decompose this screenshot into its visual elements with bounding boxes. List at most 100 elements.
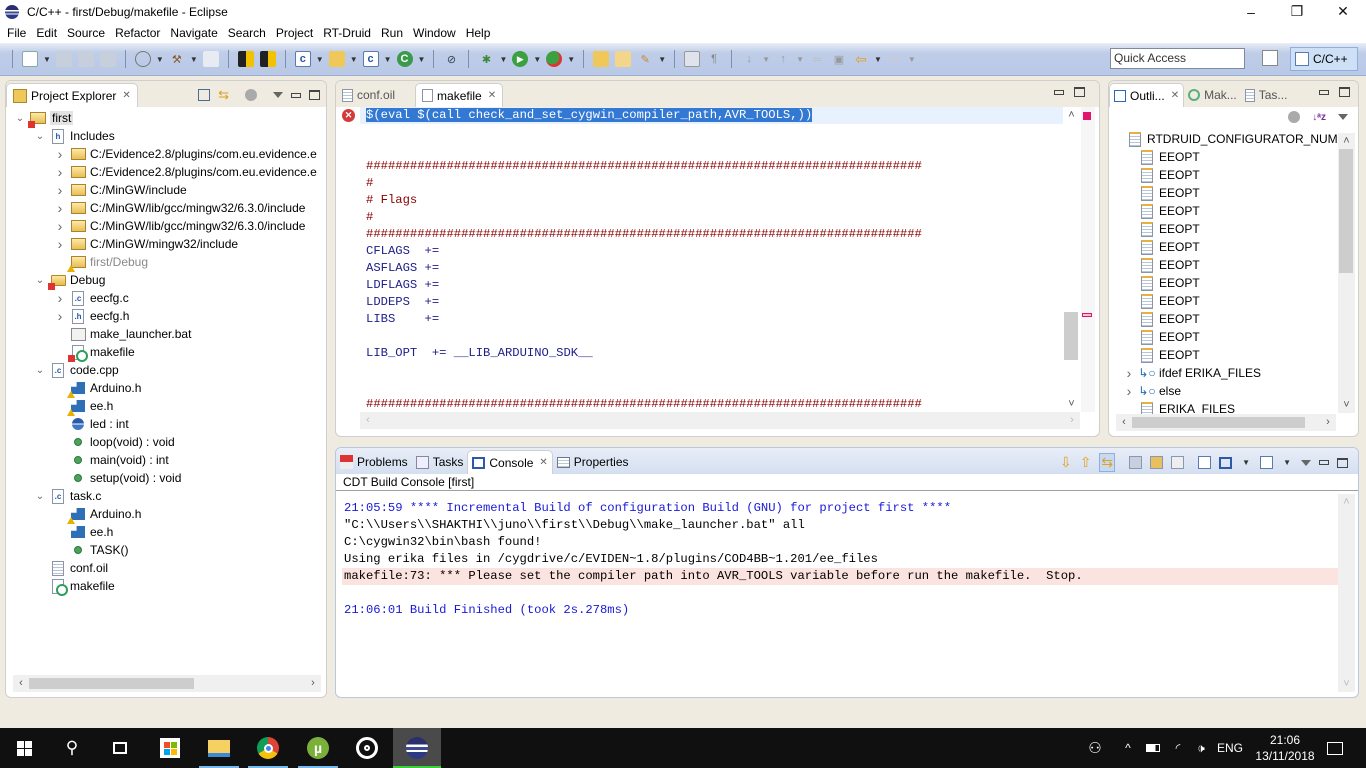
- new-c-project-icon[interactable]: c: [294, 51, 311, 67]
- external-tools-icon[interactable]: [546, 51, 563, 67]
- open-console-dropdown-icon[interactable]: ▼: [1283, 458, 1291, 467]
- outline-item[interactable]: EEOPT: [1123, 346, 1338, 364]
- view-menu-icon[interactable]: [1301, 459, 1311, 466]
- tab-outline[interactable]: Outli... ✕: [1109, 83, 1185, 107]
- forward-dropdown-icon[interactable]: ▼: [908, 55, 916, 64]
- tree-item[interactable]: ee.h: [14, 523, 317, 541]
- tree-item[interactable]: Arduino.h: [14, 505, 317, 524]
- people-button[interactable]: ⚇: [1080, 728, 1110, 768]
- print-icon[interactable]: [99, 51, 116, 67]
- network-button[interactable]: ◜: [1168, 728, 1188, 768]
- debug-dropdown-icon[interactable]: ▼: [499, 55, 507, 64]
- volume-button[interactable]: 🕩: [1190, 728, 1212, 768]
- code-line[interactable]: [366, 141, 922, 158]
- tree-item[interactable]: led : int: [14, 415, 317, 433]
- new-c-project-dropdown-icon[interactable]: ▼: [316, 55, 324, 64]
- scroll-up-icon[interactable]: ˄: [1338, 133, 1355, 149]
- chevron-right-icon[interactable]: ›: [54, 308, 66, 324]
- rt-druid-right-icon[interactable]: [259, 51, 276, 67]
- outline-item[interactable]: EEOPT: [1123, 310, 1338, 328]
- tree-item[interactable]: › C:/MinGW/lib/gcc/mingw32/6.3.0/include: [14, 217, 317, 235]
- chevron-down-icon[interactable]: ⌄: [34, 365, 46, 376]
- tree-item[interactable]: › C:/MinGW/mingw32/include: [14, 235, 317, 253]
- new-source-folder-dropdown-icon[interactable]: ▼: [350, 55, 358, 64]
- tree-item[interactable]: Arduino.h: [14, 379, 317, 398]
- code-line[interactable]: #: [366, 209, 922, 226]
- maximize-view-icon[interactable]: [1337, 457, 1348, 468]
- close-tab-icon[interactable]: ✕: [539, 457, 547, 468]
- restore-button[interactable]: ❐: [1274, 0, 1320, 23]
- chevron-down-icon[interactable]: ⌄: [34, 491, 46, 502]
- search-button[interactable]: ⚲: [48, 728, 96, 768]
- tab-tasks[interactable]: Tasks: [412, 450, 468, 474]
- new-source-file-icon[interactable]: c: [362, 51, 379, 67]
- scroll-right-icon[interactable]: ›: [1320, 414, 1336, 431]
- sort-alphabetically-icon[interactable]: ↓ᵃz: [1312, 112, 1326, 123]
- tree-item[interactable]: main(void) : int: [14, 451, 317, 469]
- open-element-icon[interactable]: [615, 51, 632, 67]
- build-config-icon[interactable]: [134, 51, 151, 67]
- menu-run[interactable]: Run: [376, 23, 408, 43]
- show-hidden-icons-button[interactable]: ^: [1118, 728, 1138, 768]
- chevron-right-icon[interactable]: ›: [1123, 365, 1135, 381]
- chevron-right-icon[interactable]: ›: [54, 146, 66, 162]
- task-view-button[interactable]: [96, 728, 144, 768]
- tree-item[interactable]: ee.h: [14, 397, 317, 416]
- horizontal-scrollbar[interactable]: ‹ ›: [13, 675, 321, 692]
- last-edit-icon[interactable]: ⇦: [809, 51, 825, 67]
- perspective-cpp-button[interactable]: C/C++: [1290, 47, 1358, 71]
- chevron-right-icon[interactable]: ›: [54, 164, 66, 180]
- tree-item[interactable]: setup(void) : void: [14, 469, 317, 487]
- outline-item[interactable]: RTDRUID_CONFIGURATOR_NUME: [1123, 130, 1338, 148]
- language-indicator[interactable]: ENG: [1215, 728, 1245, 768]
- toggle-block-icon[interactable]: [684, 51, 701, 67]
- warning-overview-marker[interactable]: [1082, 313, 1092, 317]
- build-dropdown-icon[interactable]: ▼: [190, 55, 198, 64]
- prev-annotation-dropdown-icon[interactable]: ▼: [796, 55, 804, 64]
- maximize-view-icon[interactable]: [309, 90, 320, 100]
- code-line[interactable]: LDDEPS +=: [366, 294, 922, 311]
- taskbar-groove[interactable]: [343, 728, 391, 768]
- menu-rt-druid[interactable]: RT-Druid: [318, 23, 376, 43]
- battery-button[interactable]: [1143, 728, 1163, 768]
- scroll-down-icon[interactable]: ˅: [1338, 676, 1355, 692]
- scroll-lock-icon[interactable]: ⇆: [1099, 453, 1116, 472]
- new-dropdown-icon[interactable]: ▼: [43, 55, 51, 64]
- filter-icon[interactable]: [1288, 111, 1301, 123]
- tree-item[interactable]: conf.oil: [14, 559, 317, 577]
- chevron-right-icon[interactable]: ›: [1123, 383, 1135, 399]
- code-line[interactable]: ########################################…: [366, 226, 922, 243]
- code-line[interactable]: # Flags: [366, 192, 922, 209]
- scroll-left-icon[interactable]: ‹: [1116, 414, 1132, 431]
- skip-breakpoints-icon[interactable]: ⊘: [443, 51, 459, 67]
- view-menu-icon[interactable]: [273, 92, 283, 98]
- menu-search[interactable]: Search: [223, 23, 271, 43]
- tab-conf-oil[interactable]: conf.oil: [336, 83, 401, 107]
- collapse-all-icon[interactable]: [198, 89, 211, 101]
- tab-problems[interactable]: Problems: [336, 450, 412, 474]
- minimize-button[interactable]: –: [1228, 0, 1274, 23]
- debug-icon[interactable]: ✱: [478, 51, 494, 67]
- error-overview-marker[interactable]: [1083, 112, 1091, 120]
- open-perspective-icon[interactable]: [1262, 50, 1278, 66]
- scroll-up-icon[interactable]: ˄: [1338, 494, 1355, 510]
- code-line[interactable]: LIBS +=: [366, 311, 922, 328]
- outline-item[interactable]: EEOPT: [1123, 238, 1338, 256]
- outline-item[interactable]: EEOPT: [1123, 328, 1338, 346]
- clock[interactable]: 21:06 13/11/2018: [1250, 728, 1320, 768]
- rt-druid-left-icon[interactable]: [237, 51, 254, 67]
- new-icon[interactable]: [22, 51, 38, 67]
- scroll-down-icon[interactable]: ˅: [1063, 396, 1080, 412]
- console-vertical-scrollbar[interactable]: ˄ ˅: [1338, 494, 1355, 692]
- display-console-icon[interactable]: [1219, 456, 1233, 469]
- tree-item[interactable]: TASK(): [14, 541, 317, 559]
- tab-properties[interactable]: Properties: [553, 450, 633, 474]
- quick-access-input[interactable]: Quick Access: [1110, 48, 1245, 69]
- scroll-down-icon[interactable]: ˅: [1338, 397, 1355, 413]
- tree-item[interactable]: first/Debug: [14, 253, 317, 272]
- taskbar-store[interactable]: [146, 728, 194, 768]
- tree-item[interactable]: loop(void) : void: [14, 433, 317, 451]
- menu-window[interactable]: Window: [408, 23, 461, 43]
- scroll-thumb[interactable]: [1132, 417, 1305, 428]
- minimize-view-icon[interactable]: [1319, 460, 1329, 465]
